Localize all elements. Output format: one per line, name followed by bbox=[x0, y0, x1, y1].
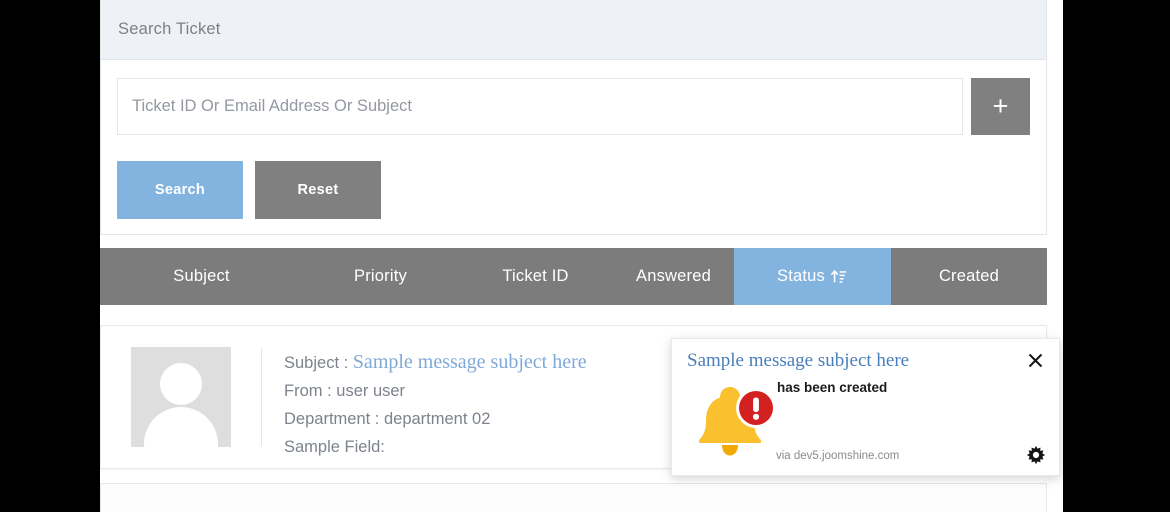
close-icon[interactable] bbox=[1024, 349, 1046, 371]
from-value: user user bbox=[336, 382, 406, 400]
from-label: From : bbox=[284, 382, 332, 400]
page-canvas: Search Ticket + Search Reset Subject bbox=[100, 0, 1063, 512]
search-ticket-panel: Search Ticket + Search Reset bbox=[100, 0, 1047, 235]
page-title: Search Ticket bbox=[118, 20, 221, 38]
avatar-body-shape bbox=[144, 407, 218, 447]
department-value: department 02 bbox=[383, 410, 491, 428]
column-header-subject[interactable]: Subject bbox=[100, 248, 303, 305]
column-header-answered[interactable]: Answered bbox=[613, 248, 734, 305]
reset-button[interactable]: Reset bbox=[255, 161, 381, 219]
column-label: Status bbox=[777, 267, 825, 285]
search-panel-body: + Search Reset bbox=[101, 60, 1046, 219]
column-label: Ticket ID bbox=[502, 267, 569, 285]
search-panel-header: Search Ticket bbox=[101, 0, 1046, 60]
table-header-row: Subject Priority Ticket ID Answered Stat… bbox=[100, 248, 1047, 305]
toast-body-text: has been created bbox=[777, 380, 888, 395]
notification-toast[interactable]: Sample message subject here has been cre… bbox=[671, 338, 1060, 476]
search-row: + bbox=[117, 78, 1030, 135]
sort-ascending-icon bbox=[830, 268, 848, 285]
search-actions: Search Reset bbox=[117, 161, 1030, 219]
avatar-cell bbox=[101, 326, 261, 468]
screen: Search Ticket + Search Reset Subject bbox=[0, 0, 1170, 512]
column-label: Subject bbox=[173, 267, 230, 285]
toast-source-text: via dev5.joomshine.com bbox=[776, 450, 900, 462]
avatar-head-shape bbox=[160, 363, 202, 405]
search-input[interactable] bbox=[117, 78, 963, 135]
sample-field-label: Sample Field: bbox=[284, 438, 385, 456]
table-row[interactable] bbox=[100, 483, 1047, 512]
avatar bbox=[131, 347, 231, 447]
gear-icon[interactable] bbox=[1025, 444, 1047, 466]
ticket-subject-link[interactable]: Sample message subject here bbox=[353, 351, 587, 373]
search-button[interactable]: Search bbox=[117, 161, 243, 219]
column-header-status[interactable]: Status bbox=[734, 248, 891, 305]
column-header-created[interactable]: Created bbox=[891, 248, 1047, 305]
subject-label: Subject : bbox=[284, 354, 349, 372]
column-label: Created bbox=[938, 267, 1000, 285]
department-label: Department : bbox=[284, 410, 380, 428]
bell-alert-icon bbox=[686, 373, 778, 465]
add-ticket-button[interactable]: + bbox=[971, 78, 1030, 135]
column-header-priority[interactable]: Priority bbox=[303, 248, 458, 305]
column-label: Answered bbox=[636, 267, 711, 285]
column-label: Priority bbox=[354, 267, 407, 285]
column-header-ticket-id[interactable]: Ticket ID bbox=[458, 248, 613, 305]
toast-title-link[interactable]: Sample message subject here bbox=[687, 350, 909, 372]
